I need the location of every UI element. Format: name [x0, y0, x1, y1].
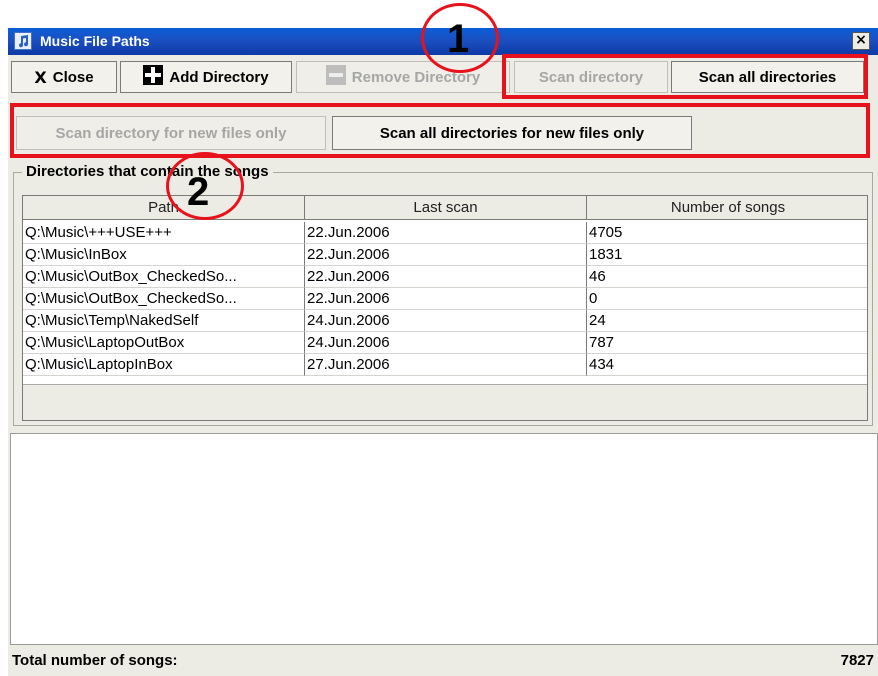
details-pane	[10, 433, 878, 645]
cell-path: Q:\Music\OutBox_CheckedSo...	[23, 266, 305, 288]
table-row[interactable]: Q:\Music\LaptopInBox 27.Jun.2006 434	[23, 354, 867, 376]
cell-last-scan: 22.Jun.2006	[305, 288, 587, 310]
total-songs-value: 7827	[840, 652, 874, 669]
cell-path: Q:\Music\Temp\NakedSelf	[23, 310, 305, 332]
annotation-number-2: 2	[187, 170, 210, 214]
close-button-label: Close	[52, 68, 94, 86]
table-row[interactable]: Q:\Music\InBox 22.Jun.2006 1831	[23, 244, 867, 266]
column-header-number-of-songs[interactable]: Number of songs	[587, 196, 867, 220]
cell-number-of-songs: 46	[587, 266, 867, 288]
directories-table[interactable]: Path Last scan Number of songs Q:\Music\…	[22, 195, 868, 421]
table-row[interactable]: Q:\Music\LaptopOutBox 24.Jun.2006 787	[23, 332, 867, 354]
table-header: Path Last scan Number of songs	[23, 196, 867, 220]
cell-number-of-songs: 4705	[587, 222, 867, 244]
table-row[interactable]: Q:\Music\OutBox_CheckedSo... 22.Jun.2006…	[23, 288, 867, 310]
minus-icon	[325, 65, 346, 89]
table-row[interactable]: Q:\Music\+++USE+++ 22.Jun.2006 4705	[23, 222, 867, 244]
cell-last-scan: 27.Jun.2006	[305, 354, 587, 376]
x-icon: X	[34, 67, 47, 87]
cell-path: Q:\Music\+++USE+++	[23, 222, 305, 244]
table-row[interactable]: Q:\Music\OutBox_CheckedSo... 22.Jun.2006…	[23, 266, 867, 288]
cell-last-scan: 24.Jun.2006	[305, 332, 587, 354]
annotation-box-1	[502, 54, 868, 99]
cell-last-scan: 24.Jun.2006	[305, 310, 587, 332]
column-header-last-scan[interactable]: Last scan	[305, 196, 587, 220]
add-directory-label: Add Directory	[169, 68, 269, 86]
cell-last-scan: 22.Jun.2006	[305, 266, 587, 288]
close-button[interactable]: X Close	[11, 61, 117, 93]
table-row[interactable]: Q:\Music\Temp\NakedSelf 24.Jun.2006 24	[23, 310, 867, 332]
add-directory-button[interactable]: Add Directory	[120, 61, 292, 93]
cell-path: Q:\Music\InBox	[23, 244, 305, 266]
window-title: Music File Paths	[40, 33, 150, 49]
cell-last-scan: 22.Jun.2006	[305, 222, 587, 244]
cell-number-of-songs: 1831	[587, 244, 867, 266]
plus-icon	[143, 65, 164, 89]
cell-path: Q:\Music\LaptopInBox	[23, 354, 305, 376]
cell-number-of-songs: 787	[587, 332, 867, 354]
cell-number-of-songs: 0	[587, 288, 867, 310]
total-songs-label: Total number of songs:	[12, 652, 178, 669]
table-empty-area	[23, 384, 867, 420]
music-note-icon	[14, 32, 32, 50]
window-close-button[interactable]: ×	[852, 32, 870, 50]
cell-number-of-songs: 434	[587, 354, 867, 376]
column-header-path[interactable]: Path	[23, 196, 305, 220]
annotation-number-1: 1	[447, 17, 470, 61]
cell-number-of-songs: 24	[587, 310, 867, 332]
cell-path: Q:\Music\OutBox_CheckedSo...	[23, 288, 305, 310]
cell-path: Q:\Music\LaptopOutBox	[23, 332, 305, 354]
annotation-box-2	[10, 103, 870, 158]
cell-last-scan: 22.Jun.2006	[305, 244, 587, 266]
